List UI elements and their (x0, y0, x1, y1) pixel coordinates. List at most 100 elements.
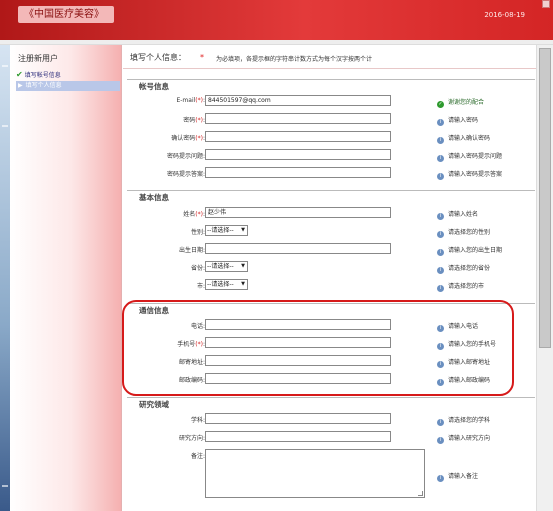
form-row-email: E-mail(*): 844501597@qq.com ✓ 谢谢您的配合 (127, 95, 535, 109)
info-icon: i (437, 231, 444, 238)
info-icon: i (437, 419, 444, 426)
vertical-scrollbar[interactable] (536, 45, 553, 511)
form-note: 为必填项，各提示框的字符串计数方式为每个汉字按两个计 (216, 56, 373, 63)
mobile-input[interactable] (205, 337, 391, 348)
sidebar: 注册新用户 ✔ 填写帐号信息 ▶ 填写个人信息 (10, 45, 122, 511)
success-icon: ✓ (437, 101, 444, 108)
field-hint: i 请输入电话 (437, 321, 478, 332)
required-mark: * (200, 53, 204, 62)
info-icon: i (437, 267, 444, 274)
section-account: 帐号信息 E-mail(*): 844501597@qq.com ✓ 谢谢您的配合… (127, 79, 535, 187)
province-select[interactable]: --请选择-- ▼ (205, 261, 248, 272)
field-label: 学科: (190, 417, 205, 424)
password-answer-input[interactable] (205, 167, 391, 178)
form-row-province: 省份: --请选择-- ▼ i 请选择您的省份 (127, 261, 535, 275)
section-contact: 通信信息 电话: i 请输入电话 手机号(*): i 请输入您的手机号 邮寄地址: … (127, 303, 535, 395)
form-row-name: 姓名(*): 赵少伟 i 请输入姓名 (127, 207, 535, 221)
sidebar-item-personal-info[interactable]: ▶ 填写个人信息 (16, 81, 120, 91)
birthdate-input[interactable] (205, 243, 391, 254)
form-row-research-direction: 研究方向: i 请输入研究方向 (127, 431, 535, 445)
postcode-input[interactable] (205, 373, 391, 384)
form-row-mobile: 手机号(*): i 请输入您的手机号 (127, 337, 535, 351)
city-select[interactable]: --请选择-- ▼ (205, 279, 248, 290)
form-row-password-answer: 密码提示答案: i 请输入密码提示答案 (127, 167, 535, 181)
chevron-down-icon: ▼ (241, 263, 245, 269)
chevron-down-icon: ▼ (241, 281, 245, 287)
sidebar-item-account-info[interactable]: ✔ 填写帐号信息 (16, 70, 120, 80)
field-hint: i 请输入备注 (437, 471, 478, 482)
info-icon: i (437, 173, 444, 180)
info-icon: i (437, 379, 444, 386)
window-control-button[interactable] (542, 0, 550, 8)
name-input[interactable]: 赵少伟 (205, 207, 391, 218)
app-title: 《中国医疗美容》 (18, 6, 114, 23)
field-hint: i 请输入邮寄地址 (437, 357, 490, 368)
form-row-remarks: 备注: i 请输入备注 (127, 449, 535, 501)
phone-input[interactable] (205, 319, 391, 330)
field-label: 邮寄地址: (178, 359, 205, 366)
field-label: E-mail(*): (176, 97, 205, 104)
info-icon: i (437, 325, 444, 332)
field-label: 确认密码(*): (171, 135, 205, 142)
form-header: 填写个人信息： * 为必填项，各提示框的字符串计数方式为每个汉字按两个计 (123, 45, 536, 69)
field-label: 省份: (190, 265, 205, 272)
confirm-password-input[interactable] (205, 131, 391, 142)
field-label: 研究方向: (178, 435, 205, 442)
form-row-gender: 性别: --请选择-- ▼ i 请选择您的性别 (127, 225, 535, 239)
info-icon: i (437, 119, 444, 126)
info-icon: i (437, 249, 444, 256)
field-label: 市: (196, 283, 205, 290)
field-hint: i 请输入密码 (437, 115, 478, 126)
password-input[interactable] (205, 113, 391, 124)
form-row-password: 密码(*): i 请输入密码 (127, 113, 535, 127)
password-question-input[interactable] (205, 149, 391, 160)
main-form: 填写个人信息： * 为必填项，各提示框的字符串计数方式为每个汉字按两个计 帐号信… (123, 45, 536, 511)
chevron-down-icon: ▼ (241, 227, 245, 233)
arrow-right-icon: ▶ (18, 82, 23, 89)
section-basic: 基本信息 姓名(*): 赵少伟 i 请输入姓名 性别: --请选择-- ▼ i 请选择… (127, 190, 535, 300)
field-hint: ✓ 谢谢您的配合 (437, 99, 485, 108)
subject-input[interactable] (205, 413, 391, 424)
info-icon: i (437, 137, 444, 144)
field-hint: i 请输入姓名 (437, 209, 478, 220)
check-icon: ✔ (16, 70, 23, 79)
gender-select[interactable]: --请选择-- ▼ (205, 225, 248, 236)
header-date: 2016-08-19 (484, 11, 525, 19)
remarks-textarea[interactable] (205, 449, 425, 498)
info-icon: i (437, 343, 444, 350)
field-label: 备注: (190, 453, 205, 460)
field-label: 性别: (190, 229, 205, 236)
field-hint: i 请选择您的省份 (437, 263, 490, 274)
desktop-edge (0, 45, 10, 511)
section-title: 基本信息 (139, 193, 169, 202)
research-direction-input[interactable] (205, 431, 391, 442)
scrollbar-thumb[interactable] (539, 48, 551, 348)
field-label: 密码(*): (183, 117, 205, 124)
field-hint: i 请输入确认密码 (437, 133, 490, 144)
info-icon: i (437, 437, 444, 444)
field-hint: i 请输入密码提示问题 (437, 151, 502, 162)
section-research: 研究领域 学科: i 请选择您的学科 研究方向: i 请输入研究方向 备注: i 请输… (127, 397, 535, 509)
form-row-subject: 学科: i 请选择您的学科 (127, 413, 535, 427)
sidebar-item-label: 填写个人信息 (25, 82, 62, 89)
info-icon: i (437, 213, 444, 220)
resize-grip-icon[interactable] (418, 491, 423, 496)
field-label: 邮政编码: (178, 377, 205, 384)
email-input[interactable]: 844501597@qq.com (205, 95, 391, 106)
section-title: 通信信息 (139, 306, 169, 315)
field-label: 密码提示问题: (166, 153, 205, 160)
form-row-city: 市: --请选择-- ▼ i 请选择您的市 (127, 279, 535, 293)
field-hint: i 请输入您的出生日期 (437, 245, 502, 256)
address-input[interactable] (205, 355, 391, 366)
field-label: 密码提示答案: (166, 171, 205, 178)
form-row-password-question: 密码提示问题: i 请输入密码提示问题 (127, 149, 535, 163)
info-icon: i (437, 361, 444, 368)
sidebar-item-label: 填写帐号信息 (24, 72, 61, 79)
field-hint: i 请输入研究方向 (437, 433, 490, 444)
form-row-postcode: 邮政编码: i 请输入邮政编码 (127, 373, 535, 387)
field-hint: i 请选择您的市 (437, 281, 484, 292)
form-row-birthdate: 出生日期: i 请输入您的出生日期 (127, 243, 535, 257)
form-row-address: 邮寄地址: i 请输入邮寄地址 (127, 355, 535, 369)
field-label: 姓名(*): (183, 211, 205, 218)
info-icon: i (437, 475, 444, 482)
